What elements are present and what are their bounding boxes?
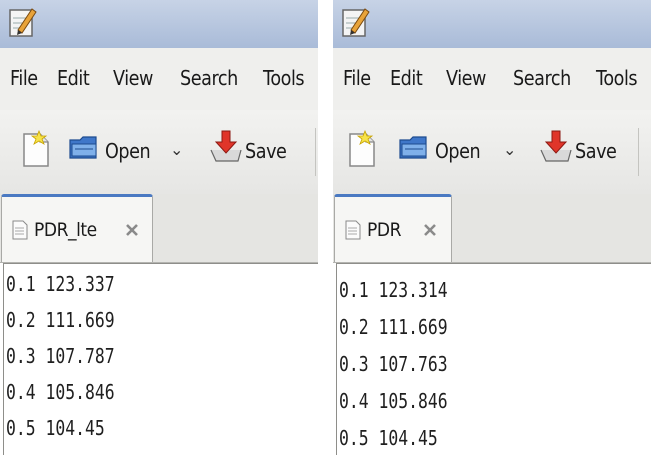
menu-view[interactable]: View bbox=[446, 66, 486, 90]
text-editor-area[interactable]: 0.1 123.337 0.2 111.669 0.3 107.787 0.4 … bbox=[3, 263, 318, 455]
new-document-icon[interactable] bbox=[22, 130, 50, 168]
folder-icon[interactable] bbox=[68, 134, 100, 162]
pencil-notepad-icon bbox=[342, 8, 370, 37]
tab-strip: PDR_lte bbox=[0, 194, 318, 263]
tab-pdr-lte[interactable]: PDR_lte bbox=[1, 194, 153, 262]
text-line: 0.3 107.787 bbox=[6, 344, 115, 368]
menu-tools[interactable]: Tools bbox=[263, 66, 305, 90]
text-line: 0.1 123.337 bbox=[6, 272, 115, 296]
text-line: 0.4 105.846 bbox=[339, 389, 448, 413]
titlebar[interactable] bbox=[333, 0, 651, 48]
menu-edit[interactable]: Edit bbox=[390, 66, 423, 90]
text-line: 0.2 111.669 bbox=[339, 315, 448, 339]
menubar: File Edit View Search Tools bbox=[333, 48, 651, 110]
text-line: 0.4 105.846 bbox=[6, 380, 115, 404]
text-document-icon bbox=[12, 220, 28, 240]
save-download-icon[interactable] bbox=[538, 128, 572, 164]
tab-label: PDR_lte bbox=[34, 219, 97, 241]
titlebar[interactable] bbox=[0, 0, 318, 48]
toolbar-separator bbox=[638, 128, 639, 176]
menu-search[interactable]: Search bbox=[513, 66, 571, 90]
close-icon[interactable] bbox=[125, 223, 139, 237]
text-line: 0.1 123.314 bbox=[339, 278, 448, 302]
chevron-down-icon[interactable]: ⌄ bbox=[503, 140, 516, 159]
toolbar: Open ⌄ Save bbox=[333, 110, 651, 194]
new-document-icon[interactable] bbox=[348, 130, 376, 168]
editor-window-left: File Edit View Search Tools Open ⌄ Save bbox=[0, 0, 318, 455]
text-editor-area[interactable]: 0.1 123.314 0.2 111.669 0.3 107.763 0.4 … bbox=[336, 263, 651, 455]
tab-label: PDR bbox=[367, 219, 402, 241]
close-icon[interactable] bbox=[423, 223, 437, 237]
menu-file[interactable]: File bbox=[343, 66, 371, 90]
menu-tools[interactable]: Tools bbox=[596, 66, 638, 90]
tab-pdr[interactable]: PDR bbox=[334, 194, 452, 262]
toolbar-separator bbox=[315, 128, 316, 176]
pencil-notepad-icon bbox=[9, 8, 37, 37]
open-button-label[interactable]: Open bbox=[435, 139, 481, 163]
open-button-label[interactable]: Open bbox=[105, 139, 151, 163]
save-download-icon[interactable] bbox=[208, 128, 242, 164]
folder-icon[interactable] bbox=[398, 134, 430, 162]
save-button-label[interactable]: Save bbox=[575, 139, 617, 163]
menu-edit[interactable]: Edit bbox=[57, 66, 90, 90]
menu-file[interactable]: File bbox=[10, 66, 38, 90]
chevron-down-icon[interactable]: ⌄ bbox=[170, 140, 183, 159]
text-line: 0.2 111.669 bbox=[6, 308, 115, 332]
text-document-icon bbox=[345, 220, 361, 240]
menu-search[interactable]: Search bbox=[180, 66, 238, 90]
text-line: 0.5 104.45 bbox=[339, 426, 438, 450]
save-button-label[interactable]: Save bbox=[245, 139, 287, 163]
text-line: 0.3 107.763 bbox=[339, 352, 448, 376]
tab-strip: PDR bbox=[333, 194, 651, 263]
editor-window-right: File Edit View Search Tools Open ⌄ Save bbox=[333, 0, 651, 455]
toolbar: Open ⌄ Save bbox=[0, 110, 318, 194]
menu-view[interactable]: View bbox=[113, 66, 153, 90]
menubar: File Edit View Search Tools bbox=[0, 48, 318, 110]
text-line: 0.5 104.45 bbox=[6, 416, 105, 440]
